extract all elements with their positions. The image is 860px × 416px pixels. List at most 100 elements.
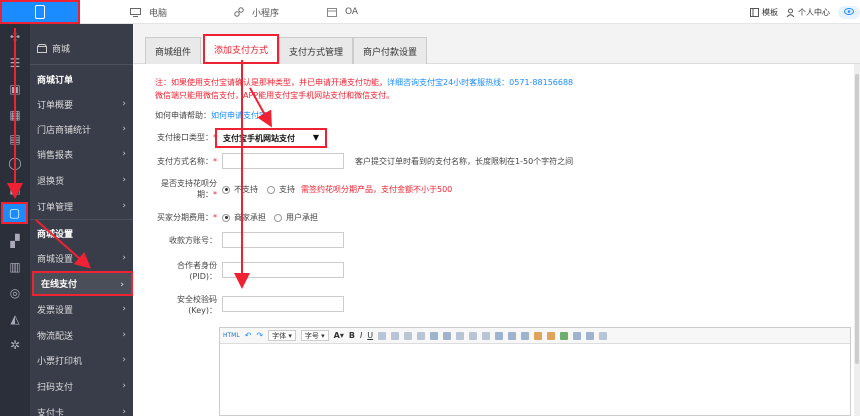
bag-icon[interactable]: ◧ [0, 178, 30, 200]
account-input[interactable] [222, 232, 344, 248]
mobile-device-button[interactable] [0, 0, 80, 24]
chevron-right-icon: › [120, 280, 124, 290]
anchor-icon[interactable] [482, 332, 490, 340]
tab-pc-label: 电脑 [149, 6, 167, 19]
insert-row-icon[interactable] [508, 332, 516, 340]
font-size-select[interactable]: 字号 ▾ [301, 330, 329, 341]
chevron-right-icon: › [122, 175, 126, 185]
html-source-button[interactable]: HTML [223, 332, 240, 339]
submenu-item-pay-card[interactable]: 支付卡› [30, 400, 133, 416]
user-icon[interactable]: ◯ [0, 152, 30, 174]
bold-button[interactable]: B [349, 331, 355, 340]
underline-button[interactable]: U [367, 331, 373, 340]
text-color-button[interactable]: A▾ [334, 331, 344, 340]
sub-menu: 商城 商城订单 订单概要› 门店商铺统计› 销售报表› 退换货› 订单管理› 商… [30, 24, 133, 416]
image-icon[interactable]: ▤ [0, 128, 30, 150]
video-icon[interactable] [560, 332, 568, 340]
scrollbar-thumb[interactable] [855, 74, 859, 364]
tab-oa-label: OA [345, 7, 358, 17]
user-center-button[interactable]: 个人中心 [786, 7, 830, 18]
attachment-icon[interactable] [573, 332, 581, 340]
undo-icon[interactable]: ↶ [245, 331, 252, 340]
tab-payment-manage[interactable]: 支付方式管理 [279, 37, 353, 64]
align-left-icon[interactable] [378, 332, 386, 340]
list-icon[interactable]: ☰ [0, 52, 30, 74]
submenu-item-online-payment[interactable]: 在线支付› [32, 271, 133, 296]
tab-add-payment[interactable]: 添加支付方式 [203, 34, 279, 64]
pay-name-input[interactable] [222, 153, 344, 169]
submenu-item-scan-pay[interactable]: 扫码支付› [30, 374, 133, 399]
gear-icon[interactable]: ✲ [0, 334, 30, 356]
submenu-item-logistics[interactable]: 物流配送› [30, 323, 133, 348]
tab-oa[interactable]: OA [327, 0, 358, 24]
content-scrollbar[interactable] [854, 64, 860, 416]
submenu-item-order-summary[interactable]: 订单概要› [30, 92, 133, 117]
tab-store-components[interactable]: 商城组件 [145, 37, 201, 64]
redo-icon[interactable]: ↷ [256, 331, 263, 340]
puzzle-icon[interactable]: ✣ [0, 26, 30, 48]
content-tabs: 商城组件 添加支付方式 支付方式管理 商户付款设置 [133, 24, 860, 64]
fee-merchant-radio[interactable]: 商家承担 [222, 212, 266, 223]
tab-merchant-payment[interactable]: 商户付款设置 [353, 37, 427, 64]
justify-icon[interactable] [417, 332, 425, 340]
insert-col-icon[interactable] [521, 332, 529, 340]
submenu-item-invoice[interactable]: 发票设置› [30, 297, 133, 322]
italic-button[interactable]: I [360, 331, 362, 340]
submenu-title[interactable]: 商城 [30, 36, 133, 61]
main-content: 商城组件 添加支付方式 支付方式管理 商户付款设置 注：如果使用支付宝请确认是那… [133, 24, 860, 416]
compass-icon[interactable]: ◭ [0, 308, 30, 330]
chevron-right-icon: › [122, 253, 126, 263]
font-family-select[interactable]: 字体 ▾ [268, 330, 296, 341]
multi-image-icon[interactable] [547, 332, 555, 340]
submenu-item-sales-report[interactable]: 销售报表› [30, 142, 133, 167]
pid-input[interactable] [222, 262, 344, 278]
submenu-item-returns[interactable]: 退换货› [30, 168, 133, 193]
doc-icon[interactable]: ▥ [0, 256, 30, 278]
submenu-item-store-settings[interactable]: 商城设置› [30, 246, 133, 271]
huabei-yes-radio[interactable]: 支持 [267, 184, 295, 195]
fullscreen-icon[interactable] [599, 332, 607, 340]
align-right-icon[interactable] [404, 332, 412, 340]
align-center-icon[interactable] [391, 332, 399, 340]
chevron-right-icon: › [122, 201, 126, 211]
submenu-item-store-stats[interactable]: 门店商铺统计› [30, 117, 133, 142]
huabei-hint: 需签约花呗分期产品，支付金额不小于500 [301, 184, 452, 195]
pid-label: 合作者身份 (PID)： [133, 260, 217, 282]
submenu-item-order-manage[interactable]: 订单管理› [30, 194, 133, 219]
template-label: 模板 [762, 7, 778, 18]
submenu-item-receipt-printer[interactable]: 小票打印机› [30, 348, 133, 373]
apps-icon[interactable]: ▞ [0, 230, 30, 252]
unordered-list-icon[interactable] [443, 332, 451, 340]
notice-hotline-link[interactable]: 详细咨询支付宝24小时客服热线：0571-88156688 [387, 78, 573, 87]
key-input[interactable] [222, 296, 344, 312]
tab-pc[interactable]: 电脑 [130, 0, 167, 24]
preview-pill-button[interactable] [838, 6, 860, 19]
top-right-area: 模板 个人中心 [750, 0, 860, 24]
huabei-no-radio[interactable]: 不支持 [222, 184, 258, 195]
image-icon[interactable] [534, 332, 542, 340]
monitor-icon [130, 8, 141, 17]
app-root: 电脑 小程序 OA 模板 个人中心 ✣ ☰ ▣ ▦ [0, 0, 860, 416]
chevron-right-icon: › [122, 407, 126, 416]
rich-text-editor[interactable]: HTML ↶ ↷ 字体 ▾ 字号 ▾ A▾ B I U [219, 327, 851, 416]
chevron-right-icon: › [122, 99, 126, 109]
notice-line-2: 微信端只能用微信支付，APP能用支付宝手机网站支付和微信支付。 [155, 89, 855, 102]
clipboard-icon[interactable]: ▢ [1, 202, 28, 224]
unlink-icon[interactable] [469, 332, 477, 340]
chat-icon[interactable]: ◎ [0, 282, 30, 304]
tab-mini-program[interactable]: 小程序 [234, 0, 279, 24]
fee-user-radio[interactable]: 用户承担 [274, 212, 318, 223]
editor-toolbar: HTML ↶ ↷ 字体 ▾ 字号 ▾ A▾ B I U [220, 328, 850, 344]
eye-icon [844, 8, 854, 15]
box-icon[interactable]: ▣ [0, 78, 30, 100]
help-link[interactable]: 如何申请支付宝？ [211, 111, 275, 120]
template-button[interactable]: 模板 [750, 7, 778, 18]
link-icon[interactable] [456, 332, 464, 340]
user-center-label: 个人中心 [798, 7, 830, 18]
ordered-list-icon[interactable] [430, 332, 438, 340]
table-icon[interactable] [495, 332, 503, 340]
pay-type-select[interactable]: 支付宝手机网站支付 ▼ [215, 128, 327, 148]
grid-icon[interactable]: ▦ [0, 104, 30, 126]
map-icon[interactable] [586, 332, 594, 340]
radio-icon [274, 214, 282, 222]
